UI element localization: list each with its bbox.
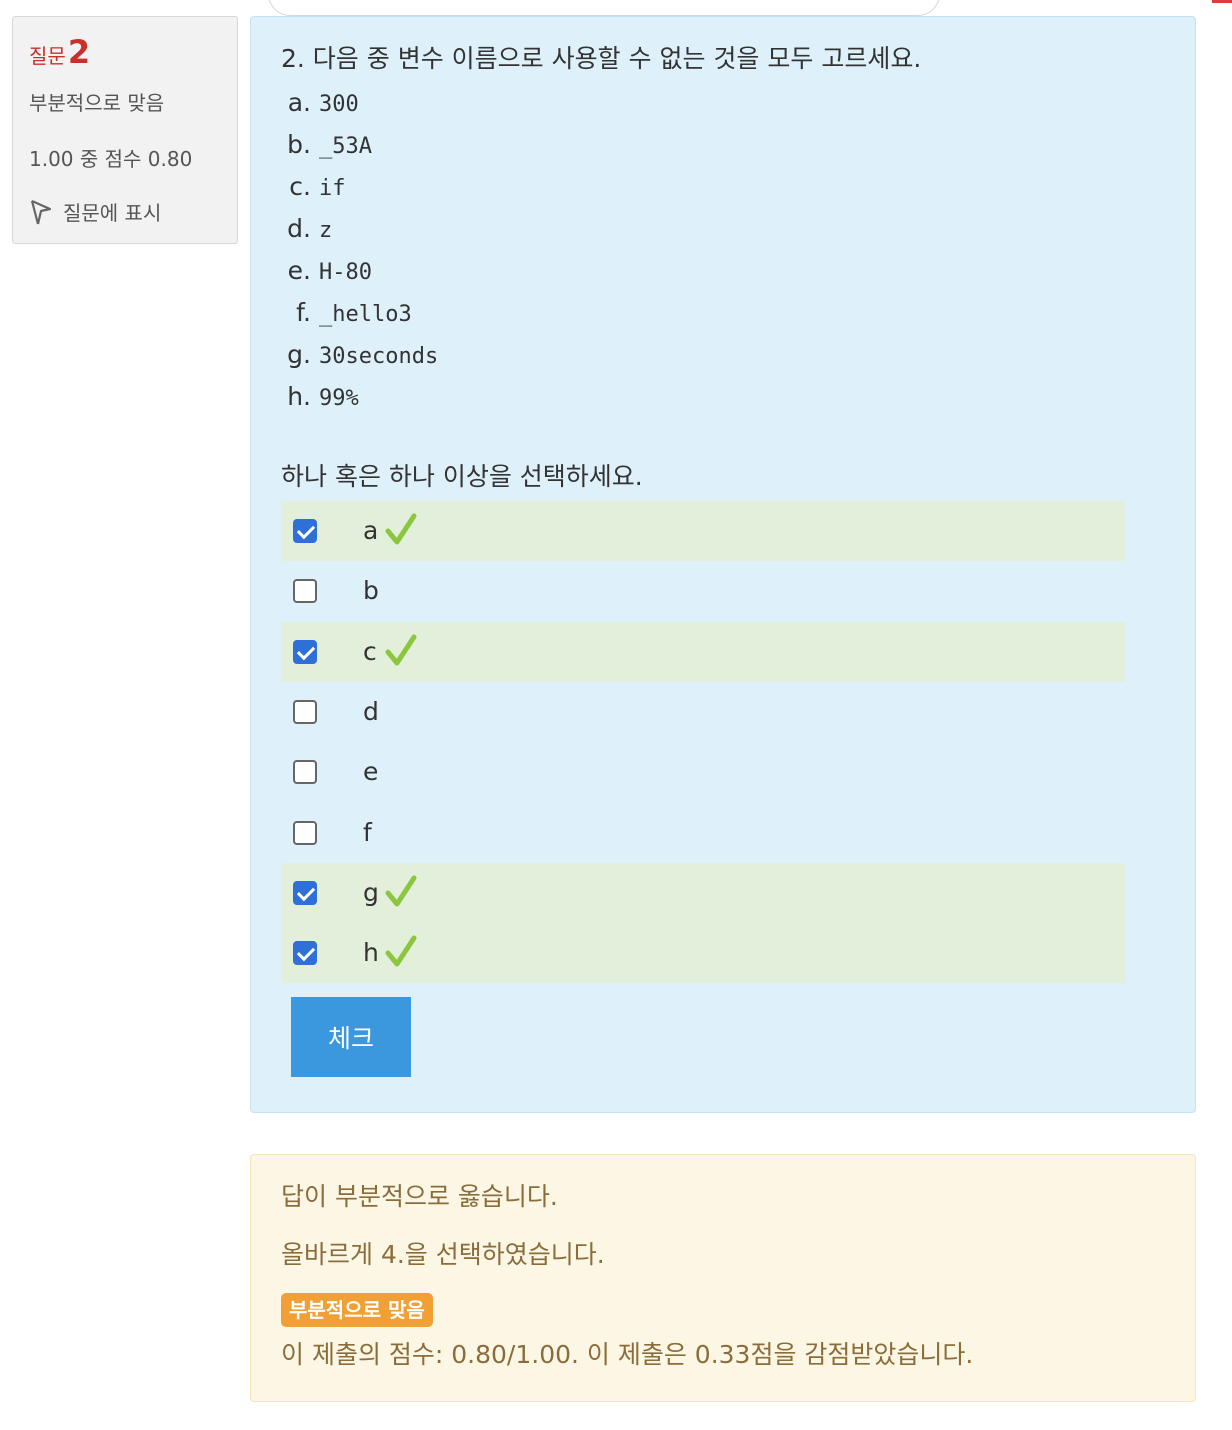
question-text: 2. 다음 중 변수 이름으로 사용할 수 없는 것을 모두 고르세요. — [281, 44, 922, 73]
previous-panel-edge — [268, 0, 940, 16]
option-code: 99% — [319, 386, 359, 411]
answer-row-g: g — [281, 862, 1125, 923]
question-grade: 1.00 중 점수 0.80 — [29, 147, 193, 171]
question-info-panel: 질문2 부분적으로 맞음 1.00 중 점수 0.80 질문에 표시 — [12, 16, 238, 244]
option-letter: d. — [287, 214, 311, 243]
option-letter: h. — [287, 382, 311, 411]
answer-checkbox-d[interactable] — [293, 699, 317, 724]
option-letter: b. — [287, 130, 311, 159]
feedback-box: 답이 부분적으로 옳습니다. 올바르게 4.을 선택하였습니다. 부분적으로 맞… — [250, 1154, 1196, 1402]
question-option: b. _53A — [251, 125, 372, 165]
option-letter: c. — [289, 172, 311, 201]
option-code: z — [319, 218, 333, 243]
question-number-label: 질문2 — [29, 33, 90, 71]
answer-row-d: d — [281, 682, 1125, 742]
option-letter: g. — [287, 340, 311, 369]
red-indicator — [1212, 0, 1232, 3]
answer-checkbox-g[interactable] — [293, 880, 317, 905]
answer-prompt: 하나 혹은 하나 이상을 선택하세요. — [281, 462, 643, 491]
feedback-detail: 올바르게 4.을 선택하였습니다. — [281, 1240, 605, 1269]
answer-label: f — [363, 817, 372, 847]
answer-label: b — [363, 576, 379, 606]
answer-checkbox-e[interactable] — [293, 760, 317, 785]
flag-label: 질문에 표시 — [63, 201, 162, 225]
question-number: 2 — [67, 33, 91, 71]
answer-label: h — [363, 938, 379, 968]
feedback-summary: 답이 부분적으로 옳습니다. — [281, 1182, 558, 1211]
answer-checkbox-a[interactable] — [293, 519, 317, 543]
question-option: d. z — [251, 209, 332, 249]
flag-icon — [30, 199, 52, 224]
correct-check-icon — [385, 875, 417, 913]
option-letter: f. — [296, 298, 311, 327]
answer-label: d — [363, 696, 379, 726]
question-word: 질문 — [29, 44, 66, 68]
option-code: 30seconds — [319, 344, 439, 369]
answer-checkbox-h[interactable] — [293, 941, 317, 966]
option-code: _hello3 — [319, 302, 412, 327]
answer-row-c: c — [281, 621, 1125, 682]
answer-row-f: f — [281, 803, 1125, 863]
answer-row-h: h — [281, 923, 1125, 984]
answer-checkbox-b[interactable] — [293, 579, 317, 604]
answer-row-a: a — [281, 501, 1125, 561]
question-box: 2. 다음 중 변수 이름으로 사용할 수 없는 것을 모두 고르세요. a. 3… — [250, 16, 1196, 1113]
question-option: c. if — [251, 167, 346, 207]
flag-question-link[interactable]: 질문에 표시 — [29, 197, 161, 226]
answer-row-e: e — [281, 742, 1125, 802]
question-option: g. 30seconds — [251, 335, 438, 375]
option-code: H-80 — [319, 260, 372, 285]
option-code: if — [319, 176, 346, 201]
option-code: 300 — [319, 92, 359, 117]
answer-checkbox-f[interactable] — [293, 820, 317, 845]
question-state: 부분적으로 맞음 — [29, 91, 165, 115]
answer-label: e — [363, 757, 379, 787]
feedback-score: 이 제출의 점수: 0.80/1.00. 이 제출은 0.33점을 감점받았습니… — [281, 1340, 974, 1369]
status-badge: 부분적으로 맞음 — [281, 1293, 433, 1327]
correct-check-icon — [385, 634, 417, 672]
question-option: f. _hello3 — [251, 293, 412, 333]
correct-check-icon — [385, 513, 417, 551]
correct-check-icon — [385, 935, 417, 973]
question-option: e. H-80 — [251, 251, 372, 291]
check-button[interactable]: 체크 — [291, 997, 411, 1077]
answer-row-b: b — [281, 561, 1125, 621]
question-option: h. 99% — [251, 377, 359, 417]
answer-label: g — [363, 877, 379, 907]
answer-checkbox-c[interactable] — [293, 639, 317, 664]
answer-label: a — [363, 516, 379, 545]
question-option: a. 300 — [251, 83, 359, 123]
answer-label: c — [363, 636, 377, 666]
option-letter: a. — [287, 88, 311, 117]
option-letter: e. — [287, 256, 311, 285]
option-code: _53A — [319, 134, 372, 159]
